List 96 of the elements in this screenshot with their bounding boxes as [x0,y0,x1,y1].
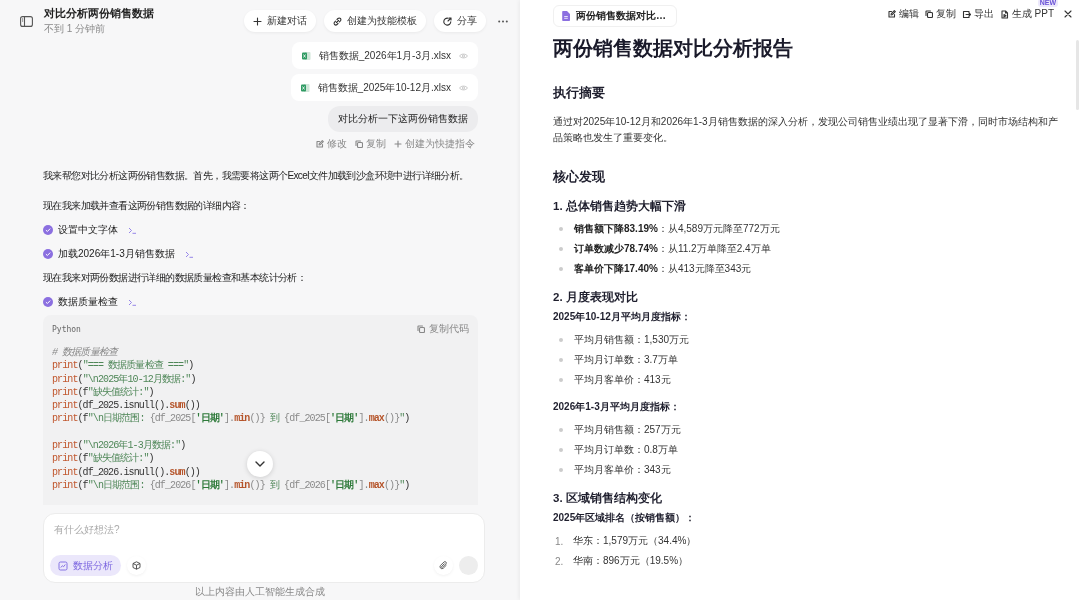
terminal-icon[interactable] [128,226,137,234]
copy-button[interactable]: 复制 [924,7,956,21]
shortcut-button[interactable]: 创建为快捷指令 [394,137,475,151]
list-item: 平均月销售额：257万元 [574,423,681,437]
copy-button[interactable]: 复制 [355,137,386,151]
code-line: print(f"\n日期范围: {df_2026['日期'].min()} 到 {df_2026['日期'].max()}") [52,478,410,493]
template-button[interactable]: 创建为技能模板 [324,10,426,32]
new-chat-button[interactable]: 新建对话 [244,10,316,32]
list-item: 订单数减少78.74%：从11.2万单降至2.4万单 [574,242,771,256]
sidebar-icon[interactable] [20,15,33,27]
attach-button[interactable] [434,556,453,575]
list-caption: 2025年区域排名（按销售额）： [553,511,697,525]
assistant-message: 现在我来加载并查看这两份销售数据的详细内容： [43,199,251,213]
bullet [559,227,563,231]
edit-button[interactable]: 修改 [316,137,347,151]
more-icon[interactable] [498,19,508,23]
list-item: 华南：896万元（19.5%） [573,554,689,568]
code-line: print(df_2026.isnull().sum()) [52,465,200,479]
document-icon [562,10,570,21]
language-label: Python [52,324,81,334]
bullet [559,428,563,432]
code-line: print("=== 数据质量检查 ===") [52,359,194,373]
user-message: 对比分析一下这两份销售数据 [328,106,478,132]
mode-chip[interactable]: 数据分析 [50,555,121,576]
share-button[interactable]: 分享 [434,10,486,32]
list-item: 平均月订单数：0.8万单 [574,443,678,457]
edit-icon [316,140,324,148]
list-number: 1. [555,535,565,547]
document-tab[interactable]: 两份销售数据对比… [553,4,677,27]
list-number: 2. [555,555,565,567]
generate-ppt-button[interactable]: 生成 PPT [999,7,1054,21]
assistant-message: 现在我来对两份数据进行详细的数据质量检查和基本统计分析： [43,271,308,285]
plus-icon [253,16,262,26]
list-item: 平均月订单数：3.7万单 [574,353,678,367]
cube-icon [132,561,141,570]
file-attachment[interactable]: 销售数据_2025年10-12月.xlsx [290,74,478,101]
assistant-message: 我来帮您对比分析这两份销售数据。首先，我需要将这两个Excel文件加载到沙盒环境中进行详细分析。 [43,169,470,183]
code-line: print("\n2026年1-3月数据:") [52,439,186,452]
bullet [559,468,563,472]
paragraph: 通过对2025年10-12月和2026年1-3月销售数据的深入分析，发现公司销售业绩出现了显著下滑，同时市场结构和产品策略也发生了重要变化。 [553,115,1059,145]
list-item: 平均月销售额：1,530万元 [574,333,690,347]
copy-icon [924,10,933,18]
subsection-heading: 3. 区域销售结构变化 [553,490,663,506]
copy-icon [417,325,425,333]
step-label: 数据质量检查 [58,295,118,309]
code-line: print(f"缺失值统计:") [52,452,154,466]
list-item: 华东：1,579万元（34.4%） [573,534,697,548]
timestamp: 不到 1 分钟前 [44,22,107,36]
disclaimer: 以上内容由人工智能生成合成 [194,585,326,599]
bullet [559,267,563,271]
list-item: 销售额下降83.19%：从4,589万元降至772万元 [574,222,780,236]
section-heading: 执行摘要 [553,84,606,102]
terminal-icon[interactable] [128,298,137,306]
spreadsheet-icon [301,50,311,61]
list-caption: 2025年10-12月平均月度指标： [553,310,692,324]
list-item: 客单价下降17.40%：从413元降至343元 [574,262,752,276]
share-icon [443,16,452,26]
document-title: 两份销售数据对比分析报告 [553,36,794,61]
copy-icon [355,140,363,148]
list-item: 平均月客单价：413元 [574,373,671,387]
chevron-down-icon [255,461,265,467]
link-icon [333,16,342,26]
code-line: print(f"\n日期范围: {df_2025['日期'].min()} 到 {df_2025['日期'].max()}") [52,412,410,426]
section-heading: 核心发现 [553,168,606,186]
terminal-icon[interactable] [184,250,194,258]
list-item: 平均月客单价：343元 [574,463,671,477]
subsection-heading: 2. 月度表现对比 [553,289,639,305]
plus-icon [394,140,402,148]
bullet [559,338,563,342]
export-button[interactable]: 导出 [961,7,994,21]
document-icon [999,9,1009,19]
paperclip-icon [439,561,448,570]
message-input[interactable]: 有什么好想法? [50,522,478,537]
close-icon[interactable] [1064,10,1072,18]
eye-icon [459,84,468,91]
code-line: # 数据质量检查 [52,346,117,360]
cube-button[interactable] [127,556,146,575]
list-caption: 2026年1-3月平均月度指标： [553,400,681,414]
code-line: print(f"缺失值统计:") [52,385,154,400]
spreadsheet-icon [300,82,310,93]
step-label: 加载2026年1-3月销售数据 [58,247,175,261]
bullet [559,448,563,452]
export-icon [961,9,971,19]
subsection-heading: 1. 总体销售趋势大幅下滑 [553,198,687,214]
chat-title: 对比分析两份销售数据 [44,6,154,21]
code-line: print(df_2025.isnull().sum()) [52,399,200,412]
chart-icon [58,560,68,571]
bullet [559,358,563,362]
code-line: print("\n2025年10-12月数据:") [52,372,196,386]
eye-icon [459,52,468,59]
step-label: 设置中文字体 [58,223,118,237]
file-attachment[interactable]: 销售数据_2026年1月-3月.xlsx [291,42,478,69]
edit-icon [887,10,896,18]
edit-button[interactable]: 编辑 [887,7,919,21]
bullet [559,247,563,251]
bullet [559,378,563,382]
